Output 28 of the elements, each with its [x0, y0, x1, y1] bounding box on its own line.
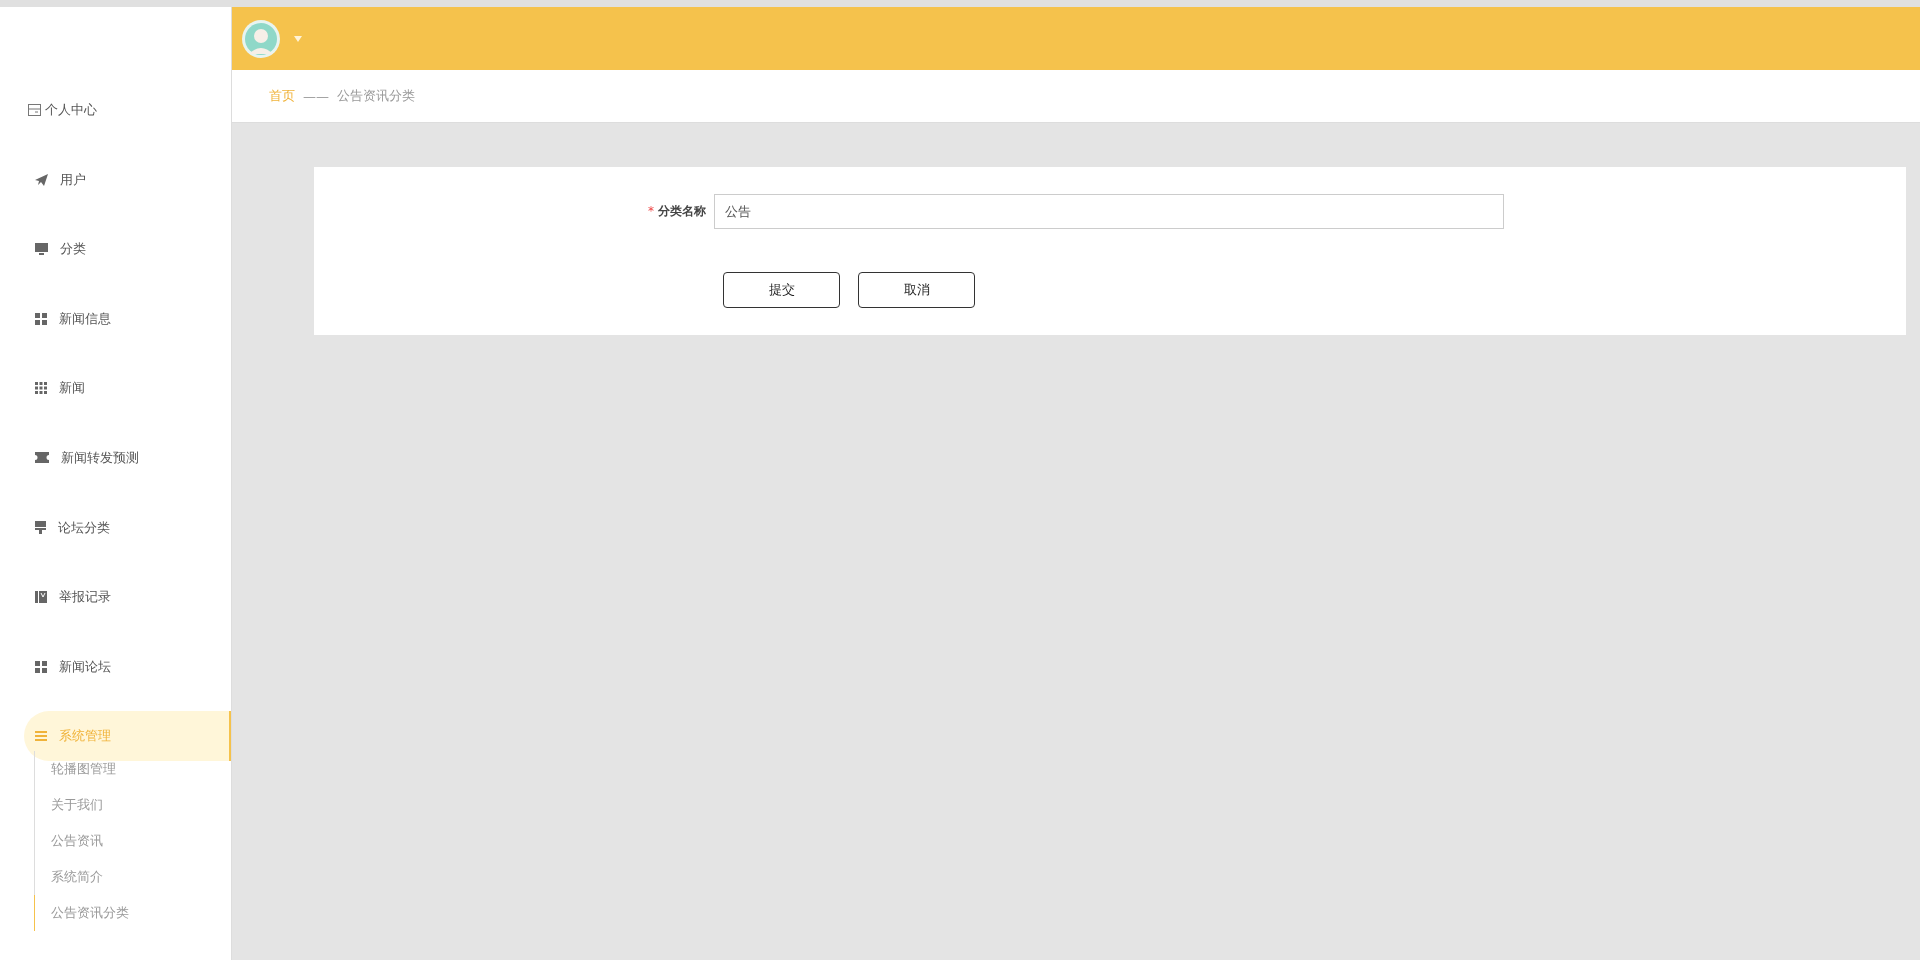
required-mark: * [648, 204, 654, 218]
sidebar-item[interactable]: 个人中心 [0, 85, 231, 135]
panel-icon [28, 104, 41, 116]
field-label: 分类名称 [658, 204, 706, 218]
sidebar-item[interactable]: 新闻论坛 [0, 641, 231, 692]
menu-icon [35, 731, 47, 742]
ticket-icon [35, 452, 49, 464]
books-icon [35, 591, 47, 604]
sidebar-item[interactable]: 举报记录 [0, 572, 231, 623]
input-field[interactable]: 公告 [714, 194, 1504, 229]
sidebar-item[interactable]: 论坛分类 [0, 502, 231, 553]
avatar-icon[interactable] [242, 19, 280, 58]
breadcrumb-separator: —— [303, 88, 329, 104]
paper-plane-icon [35, 173, 48, 186]
form-button[interactable]: 取消 [858, 272, 975, 308]
breadcrumb-current: 公告资讯分类 [337, 87, 415, 105]
sidebar-item[interactable]: 新闻信息 [0, 293, 231, 344]
sidebar-item[interactable]: 新闻 [0, 363, 231, 414]
caret-icon[interactable] [294, 35, 302, 42]
brush-icon [35, 521, 46, 535]
grid-icon [35, 312, 47, 325]
grid-icon [35, 660, 47, 673]
sidebar-item[interactable]: 用户 [0, 154, 231, 205]
grid-icon [35, 382, 47, 395]
sidebar-item[interactable]: 分类 [0, 224, 231, 275]
sidebar-item[interactable]: 新闻转发预测 [0, 432, 231, 483]
monitor-icon [35, 243, 48, 256]
form-button[interactable]: 提交 [723, 272, 840, 308]
